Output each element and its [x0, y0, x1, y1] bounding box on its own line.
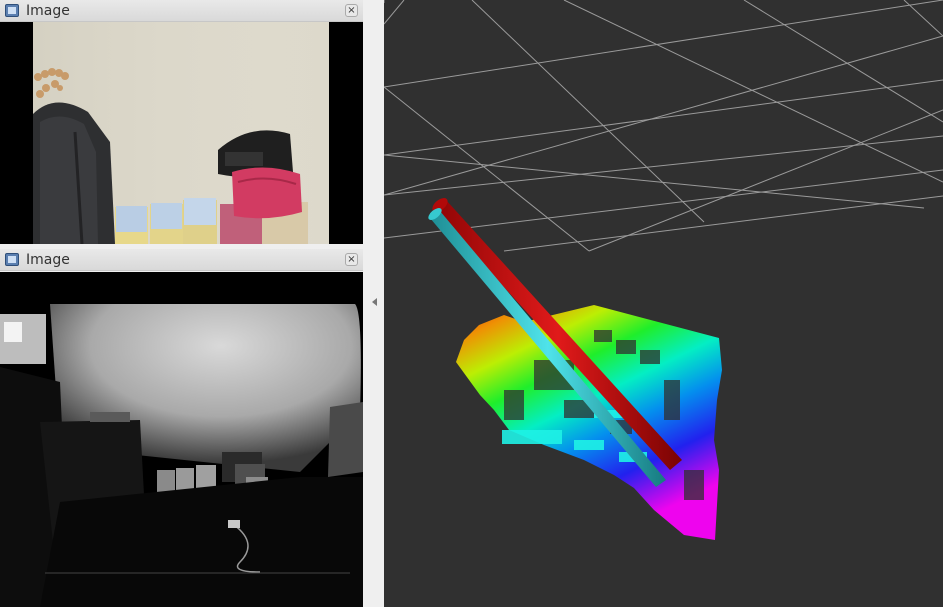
close-button[interactable]: × — [345, 4, 358, 17]
panel-title: Image — [26, 252, 70, 268]
image-panel-depth: Image × — [0, 249, 363, 607]
panel-titlebar[interactable]: Image × — [0, 249, 363, 271]
close-button[interactable]: × — [345, 253, 358, 266]
collapse-arrow-icon[interactable] — [372, 298, 377, 306]
color-camera-image — [0, 22, 363, 244]
image-panel-color: Image × — [0, 0, 363, 246]
point-cloud-scene — [384, 0, 943, 607]
grayscale-camera-image — [0, 272, 363, 607]
image-icon — [5, 4, 19, 17]
panel-titlebar[interactable]: Image × — [0, 0, 363, 22]
image-panels-column: Image × Image × — [0, 0, 363, 607]
image-icon — [5, 253, 19, 266]
rviz-3d-view[interactable] — [384, 0, 943, 607]
panel-title: Image — [26, 3, 70, 19]
color-image-view — [0, 22, 363, 244]
grayscale-image-view — [0, 272, 363, 607]
